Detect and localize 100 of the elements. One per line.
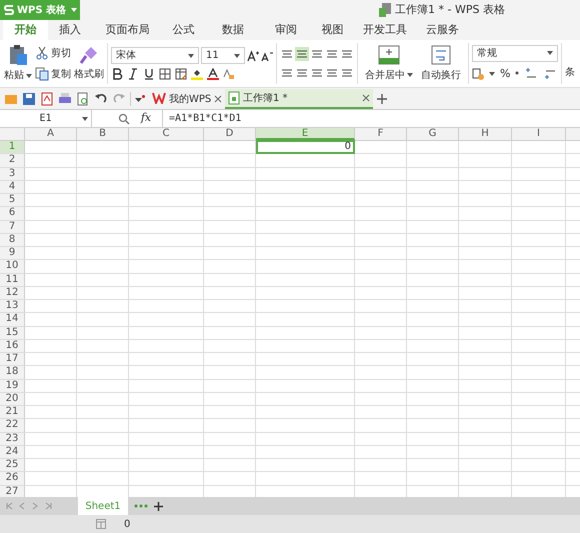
shrink-font-icon[interactable] — [261, 50, 273, 62]
caret-icon[interactable] — [82, 116, 88, 120]
format-painter-button[interactable]: 格式刷 — [74, 42, 104, 86]
first-sheet-icon[interactable] — [6, 502, 13, 510]
row-header[interactable]: 2 — [0, 154, 25, 166]
currency-icon[interactable] — [472, 68, 484, 80]
add-tab-icon[interactable] — [377, 94, 387, 104]
scissors-icon[interactable] — [35, 46, 49, 60]
column-header[interactable]: G — [407, 128, 459, 140]
column-header[interactable]: C — [129, 128, 204, 140]
caret-icon[interactable] — [188, 54, 194, 58]
row-header[interactable]: 5 — [0, 194, 25, 206]
ribbon-tab[interactable]: 数据 — [204, 20, 262, 40]
comma-icon[interactable] — [515, 71, 520, 77]
copy-icon[interactable] — [35, 67, 49, 81]
zoom-icon[interactable] — [118, 112, 130, 124]
brush-icon[interactable] — [79, 45, 99, 65]
customize-caret-icon[interactable] — [135, 94, 145, 102]
number-format-dropdown[interactable]: 常规 — [472, 44, 558, 62]
row-header[interactable]: 19 — [0, 380, 25, 392]
sheet-document-icon[interactable] — [228, 91, 240, 105]
cell-style-icon[interactable] — [175, 68, 187, 80]
paste-button[interactable]: 粘贴 — [4, 42, 32, 86]
row-header[interactable]: 25 — [0, 459, 25, 472]
row-header[interactable]: 17 — [0, 353, 25, 366]
row-header[interactable]: 8 — [0, 234, 25, 246]
row-header[interactable]: 9 — [0, 247, 25, 260]
italic-icon[interactable] — [127, 68, 139, 80]
row-header[interactable]: 22 — [0, 419, 25, 432]
column-header[interactable]: A — [25, 128, 77, 140]
font-size-dropdown[interactable]: 11 — [201, 47, 245, 64]
ribbon-tab[interactable]: 页面布局 — [92, 20, 163, 40]
function-button[interactable]: fx — [136, 110, 156, 127]
row-header[interactable]: 27 — [0, 486, 25, 497]
document-tab[interactable]: 我的WPS — [149, 89, 221, 109]
row-header[interactable]: 10 — [0, 260, 25, 272]
print-preview-icon[interactable] — [76, 92, 90, 106]
caret-icon[interactable] — [547, 51, 553, 56]
ribbon-tab[interactable]: 审阅 — [262, 20, 310, 40]
row-header[interactable]: 26 — [0, 472, 25, 484]
align-middle-icon[interactable] — [295, 47, 309, 61]
grow-font-icon[interactable] — [247, 50, 259, 62]
last-sheet-icon[interactable] — [45, 502, 52, 510]
clear-format-icon[interactable] — [223, 68, 235, 80]
column-header[interactable]: B — [77, 128, 129, 140]
ribbon-tab[interactable]: 开始 — [3, 20, 48, 40]
percent-button[interactable]: % — [500, 66, 510, 82]
close-icon[interactable] — [214, 95, 222, 103]
underline-icon[interactable] — [143, 68, 155, 80]
calculator-icon[interactable] — [96, 519, 106, 529]
row-header[interactable]: 3 — [0, 168, 25, 180]
document-icon[interactable] — [379, 3, 392, 17]
wrap-text-icon[interactable] — [431, 44, 451, 64]
ribbon-tab[interactable]: 视图 — [310, 20, 355, 40]
caret-icon[interactable] — [407, 73, 413, 77]
column-header[interactable]: I — [512, 128, 566, 140]
wrap-text-button[interactable]: 自动换行 — [417, 40, 465, 87]
column-header[interactable]: F — [355, 128, 407, 140]
row-header[interactable]: 24 — [0, 446, 25, 458]
ribbon-tab[interactable]: 公式 — [163, 20, 204, 40]
row-header[interactable]: 12 — [0, 286, 25, 299]
save-icon[interactable] — [22, 92, 36, 106]
font-color-icon[interactable] — [207, 68, 219, 80]
active-cell[interactable]: 0 — [256, 140, 355, 154]
row-header[interactable]: 14 — [0, 313, 25, 326]
row-header[interactable]: 21 — [0, 406, 25, 418]
merge-cells-icon[interactable] — [378, 44, 400, 64]
ribbon-tab[interactable]: 开发工具 — [355, 20, 415, 40]
caret-icon[interactable] — [489, 72, 495, 76]
pdf-icon[interactable] — [40, 92, 54, 106]
copy-button[interactable]: 复制 — [35, 66, 71, 82]
row-header[interactable]: 13 — [0, 300, 25, 312]
document-tab[interactable]: 工作簿1 * — [225, 89, 373, 109]
row-header[interactable]: 16 — [0, 340, 25, 352]
row-header[interactable]: 20 — [0, 392, 25, 405]
close-icon[interactable] — [362, 94, 370, 102]
prev-sheet-icon[interactable] — [19, 502, 26, 510]
row-header[interactable]: 18 — [0, 366, 25, 378]
clipboard-icon[interactable] — [8, 44, 28, 66]
ribbon-tab[interactable]: 插入 — [48, 20, 92, 40]
add-sheet-icon[interactable] — [154, 502, 163, 510]
w-logo-icon[interactable] — [152, 92, 166, 106]
row-header[interactable]: 15 — [0, 326, 25, 339]
borders-icon[interactable] — [159, 68, 171, 80]
more-icon[interactable] — [134, 504, 148, 508]
cut-button[interactable]: 剪切 — [35, 46, 71, 60]
caret-icon[interactable] — [234, 54, 240, 58]
undo-icon[interactable] — [94, 92, 108, 106]
font-name-dropdown[interactable]: 宋体 — [111, 47, 199, 64]
sheet-tab[interactable]: Sheet1 — [78, 497, 128, 515]
row-header[interactable]: 6 — [0, 207, 25, 220]
fill-color-icon[interactable] — [191, 68, 203, 80]
merge-center-button[interactable]: 合并居中 — [361, 40, 417, 87]
print-icon[interactable] — [58, 92, 72, 106]
next-sheet-icon[interactable] — [32, 502, 39, 510]
row-header[interactable]: 11 — [0, 274, 25, 286]
ribbon-tab[interactable]: 云服务 — [415, 20, 470, 40]
column-header[interactable]: H — [459, 128, 512, 140]
caret-icon[interactable] — [26, 74, 32, 78]
row-header[interactable]: 7 — [0, 220, 25, 233]
